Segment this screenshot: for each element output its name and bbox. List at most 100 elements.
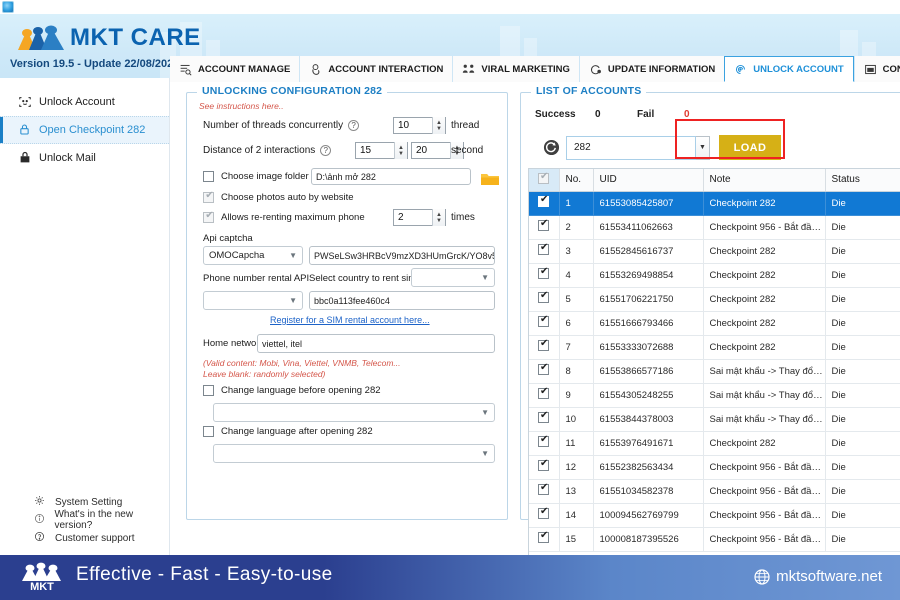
row-checkbox-cell[interactable]	[529, 527, 560, 552]
choose-image-folder-checkbox[interactable]	[203, 171, 214, 182]
rental-key-input[interactable]: bbc0a113fee460c4	[309, 291, 495, 310]
rerent-stepper[interactable]: 2 ▲ ▼	[393, 209, 446, 226]
table-row[interactable]: 161553085425807Checkpoint 282Die	[529, 191, 900, 216]
cell-status: Die	[825, 263, 900, 288]
sidebar-item-open-checkpoint-282[interactable]: Open Checkpoint 282	[0, 116, 169, 144]
table-row[interactable]: 1161553976491671Checkpoint 282Die	[529, 431, 900, 456]
search-dropdown-button[interactable]: ▼	[696, 135, 710, 160]
row-checkbox-cell[interactable]	[529, 263, 560, 288]
row-checkbox[interactable]	[537, 530, 550, 543]
tab-viral-marketing[interactable]: VIRAL MARKETING	[452, 56, 579, 82]
row-checkbox-cell[interactable]	[529, 311, 560, 336]
phone-rental-api-select[interactable]: ▼	[203, 291, 303, 310]
row-checkbox-cell[interactable]	[529, 335, 560, 360]
row-checkbox[interactable]	[537, 458, 550, 471]
search-input[interactable]: 282	[566, 135, 696, 160]
row-checkbox[interactable]	[537, 362, 550, 375]
load-button[interactable]: LOAD	[719, 135, 781, 160]
table-row[interactable]: 261553411062663Checkpoint 956 - Bắt đầu …	[529, 215, 900, 240]
row-checkbox[interactable]	[537, 242, 550, 255]
column-header-note[interactable]: Note	[703, 169, 826, 192]
select-all-header[interactable]	[529, 169, 560, 192]
distance-from-value[interactable]: 15	[356, 145, 394, 156]
row-checkbox-cell[interactable]	[529, 215, 560, 240]
table-row[interactable]: 14100094562769799Checkpoint 956 - Bắt đầ…	[529, 503, 900, 528]
home-network-input[interactable]: viettel, itel	[257, 334, 495, 353]
help-icon[interactable]: ?	[348, 120, 360, 131]
lang-before-checkbox[interactable]	[203, 385, 214, 396]
captcha-provider-select[interactable]: OMOCapcha ▼	[203, 246, 303, 265]
table-row[interactable]: 961554305248255Sai mật khẩu -> Thay đổi …	[529, 383, 900, 408]
sim-register-link[interactable]: Register for a SIM rental account here..…	[270, 315, 430, 325]
column-header-no[interactable]: No.	[559, 169, 594, 192]
table-row[interactable]: 1361551034582378Checkpoint 956 - Bắt đầu…	[529, 479, 900, 504]
row-checkbox-cell[interactable]	[529, 407, 560, 432]
column-header-status[interactable]: Status	[825, 169, 900, 192]
sidebar-item-whats-new[interactable]: What's in the new version?	[0, 509, 169, 531]
row-checkbox[interactable]	[537, 434, 550, 447]
country-select[interactable]: ▼	[411, 268, 495, 287]
select-all-checkbox[interactable]	[537, 171, 550, 184]
tab-update-information[interactable]: UPDATE INFORMATION	[578, 56, 725, 82]
refresh-circle-icon[interactable]	[543, 139, 560, 156]
row-checkbox[interactable]	[537, 218, 550, 231]
tab-account-interaction[interactable]: ACCOUNT INTERACTION	[299, 56, 453, 82]
row-checkbox-cell[interactable]	[529, 503, 560, 528]
row-checkbox-cell[interactable]	[529, 287, 560, 312]
sidebar-item-unlock-account[interactable]: Unlock Account	[0, 88, 169, 116]
table-row[interactable]: 861553866577186Sai mật khẩu -> Thay đổi …	[529, 359, 900, 384]
table-row[interactable]: 15100008187395526Checkpoint 956 - Bắt đầ…	[529, 527, 900, 552]
column-header-uid[interactable]: UID	[593, 169, 704, 192]
help-icon[interactable]: ?	[320, 145, 332, 156]
table-row[interactable]: 561551706221750Checkpoint 282Die	[529, 287, 900, 312]
row-checkbox-cell[interactable]	[529, 191, 560, 216]
distance-to-value[interactable]: 20	[412, 145, 450, 156]
rerent-value[interactable]: 2	[394, 212, 432, 223]
row-checkbox[interactable]	[537, 410, 550, 423]
tab-unlock-account[interactable]: UNLOCK ACCOUNT	[724, 56, 854, 82]
row-checkbox[interactable]	[537, 194, 550, 207]
folder-icon[interactable]	[480, 171, 500, 187]
lang-after-checkbox[interactable]	[203, 426, 214, 437]
row-checkbox[interactable]	[537, 290, 550, 303]
row-checkbox-cell[interactable]	[529, 383, 560, 408]
lang-after-select[interactable]: ▼	[213, 444, 495, 463]
auto-photos-checkbox[interactable]	[203, 190, 215, 203]
table-row[interactable]: 1061553844378003Sai mật khẩu -> Thay đổi…	[529, 407, 900, 432]
distance-from-stepper[interactable]: 15 ▲ ▼	[355, 142, 408, 159]
stepper-arrows-icon[interactable]: ▲ ▼	[432, 117, 445, 134]
table-row[interactable]: 1261552382563434Checkpoint 956 - Bắt đầu…	[529, 455, 900, 480]
table-row[interactable]: 461553269498854Checkpoint 282Die	[529, 263, 900, 288]
row-checkbox[interactable]	[537, 338, 550, 351]
tab-con[interactable]: CON	[853, 56, 900, 82]
table-row[interactable]: 661551666793466Checkpoint 282Die	[529, 311, 900, 336]
row-checkbox-cell[interactable]	[529, 431, 560, 456]
captcha-key-input[interactable]: PWSeLSw3HRBcV9mzXD3HUmGrcK/YO8v5FoTaDPtX…	[309, 246, 495, 265]
row-checkbox-cell[interactable]	[529, 239, 560, 264]
stepper-arrows-icon[interactable]: ▲ ▼	[432, 209, 445, 226]
row-checkbox-cell[interactable]	[529, 479, 560, 504]
lang-before-select[interactable]: ▼	[213, 403, 495, 422]
row-checkbox[interactable]	[537, 482, 550, 495]
row-checkbox-cell[interactable]	[529, 455, 560, 480]
threads-value[interactable]: 10	[394, 120, 432, 131]
table-row[interactable]: 761553333072688Checkpoint 282Die	[529, 335, 900, 360]
row-checkbox[interactable]	[537, 266, 550, 279]
tab-account-manage[interactable]: ACCOUNT MANAGE	[170, 56, 300, 82]
sidebar-item-unlock-mail[interactable]: Unlock Mail	[0, 144, 169, 172]
table-row[interactable]: 361552845616737Checkpoint 282Die	[529, 239, 900, 264]
image-folder-input[interactable]: D:\ảnh mở 282	[311, 168, 471, 185]
api-captcha-label: Api captcha	[203, 233, 253, 244]
sidebar-item-customer-support[interactable]: Customer support	[0, 529, 169, 547]
row-checkbox[interactable]	[537, 386, 550, 399]
footer-website[interactable]: mktsoftware.net	[754, 568, 882, 585]
sidebar-item-label: System Setting	[55, 496, 123, 508]
rerent-checkbox[interactable]	[203, 210, 215, 223]
row-checkbox-cell[interactable]	[529, 359, 560, 384]
row-checkbox[interactable]	[537, 506, 550, 519]
row-checkbox[interactable]	[537, 314, 550, 327]
stepper-arrows-icon[interactable]: ▲ ▼	[394, 142, 407, 159]
threads-stepper[interactable]: 10 ▲ ▼	[393, 117, 446, 134]
sidebar-item-label: Open Checkpoint 282	[39, 124, 146, 136]
see-instructions-link[interactable]: See instructions here..	[199, 101, 284, 111]
